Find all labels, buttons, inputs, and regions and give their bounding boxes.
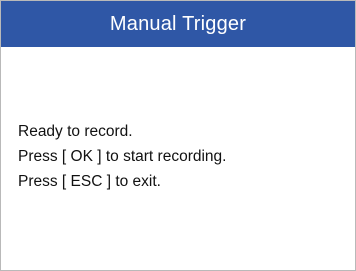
ready-message: Ready to record. bbox=[18, 123, 133, 140]
screen-title: Manual Trigger bbox=[109, 13, 247, 35]
message-panel: Ready to record. Press [ OK ] to start r… bbox=[1, 47, 355, 270]
title-bar: Manual Trigger bbox=[1, 1, 355, 47]
esc-instruction: Press [ ESC ] to exit. bbox=[18, 173, 161, 190]
instruction-text: Ready to record. Press [ OK ] to start r… bbox=[18, 119, 226, 194]
manual-trigger-screen: Manual Trigger Ready to record. Press [ … bbox=[0, 0, 356, 271]
ok-instruction: Press [ OK ] to start recording. bbox=[18, 148, 227, 165]
